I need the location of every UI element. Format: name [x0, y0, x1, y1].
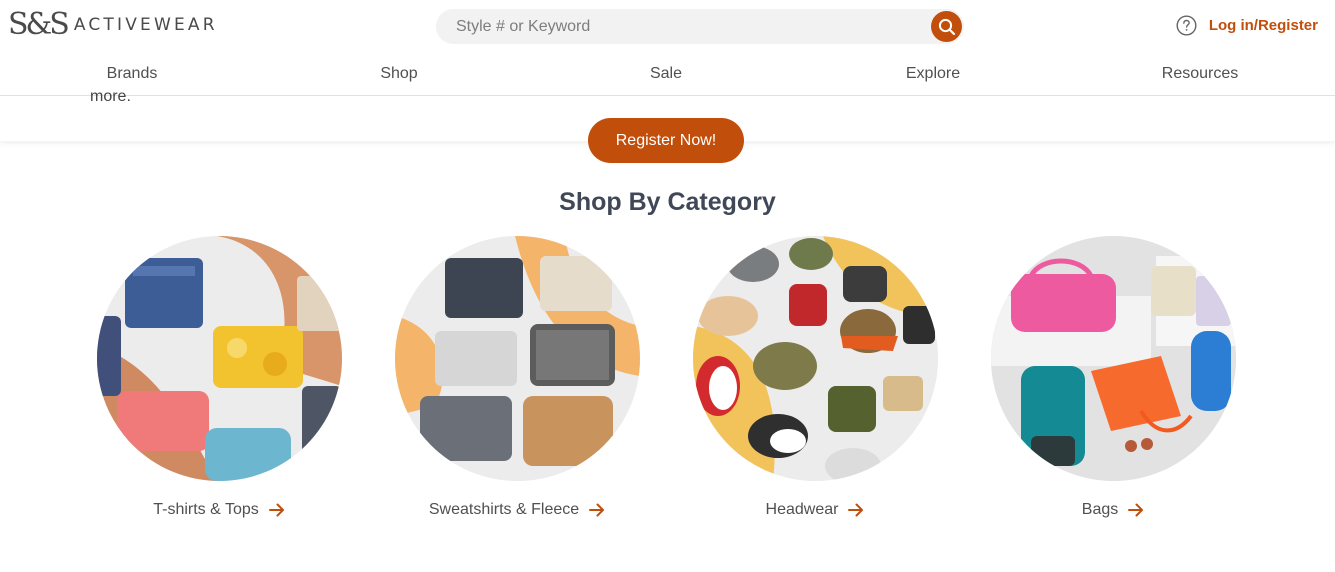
nav-item-explore[interactable]: Explore	[906, 65, 960, 83]
category-label: Headwear	[765, 501, 839, 518]
category-card-bags[interactable]: Bags	[988, 236, 1238, 519]
register-now-button[interactable]: Register Now!	[588, 118, 744, 163]
help-icon[interactable]	[1176, 14, 1197, 36]
main-nav: Brands Shop Sale Explore Resources	[0, 52, 1335, 96]
site-logo[interactable]: S&S ACTIVEWEAR	[8, 8, 218, 42]
nav-item-sale[interactable]: Sale	[650, 65, 682, 83]
top-header: S&S ACTIVEWEAR Log in/Register	[0, 0, 1335, 52]
account-area: Log in/Register	[1176, 13, 1318, 37]
category-link-sweatshirts[interactable]: Sweatshirts & Fleece	[429, 501, 605, 519]
search-icon	[938, 18, 955, 35]
category-image-headwear[interactable]	[692, 236, 938, 481]
category-link-bags[interactable]: Bags	[1082, 501, 1144, 519]
search-input[interactable]	[436, 9, 926, 44]
promo-text: more.	[90, 88, 131, 105]
logo-mark: S&S	[8, 7, 70, 42]
category-label: T-shirts & Tops	[153, 501, 259, 518]
arrow-right-icon	[848, 503, 864, 517]
nav-item-resources[interactable]: Resources	[1162, 65, 1238, 83]
search-bar	[436, 9, 964, 44]
arrow-right-icon	[268, 503, 284, 517]
logo-text: ACTIVEWEAR	[73, 14, 218, 35]
nav-item-brands[interactable]: Brands	[107, 65, 158, 83]
category-label: Sweatshirts & Fleece	[428, 501, 580, 518]
arrow-right-icon	[589, 503, 605, 517]
category-link-tshirts[interactable]: T-shirts & Tops	[153, 501, 285, 519]
login-register-link[interactable]: Log in/Register	[1209, 17, 1318, 34]
category-image-sweatshirts[interactable]	[394, 236, 640, 481]
category-label: Bags	[1081, 501, 1119, 518]
category-card-sweatshirts[interactable]: Sweatshirts & Fleece	[392, 236, 642, 519]
search-button[interactable]	[931, 11, 962, 42]
category-card-tshirts[interactable]: T-shirts & Tops	[94, 236, 344, 519]
category-link-headwear[interactable]: Headwear	[766, 501, 865, 519]
section-title: Shop By Category	[559, 188, 776, 216]
category-image-tshirts[interactable]	[96, 236, 342, 481]
arrow-right-icon	[1128, 503, 1144, 517]
nav-item-shop[interactable]: Shop	[380, 65, 417, 83]
category-image-bags[interactable]	[990, 236, 1236, 481]
category-card-headwear[interactable]: Headwear	[690, 236, 940, 519]
